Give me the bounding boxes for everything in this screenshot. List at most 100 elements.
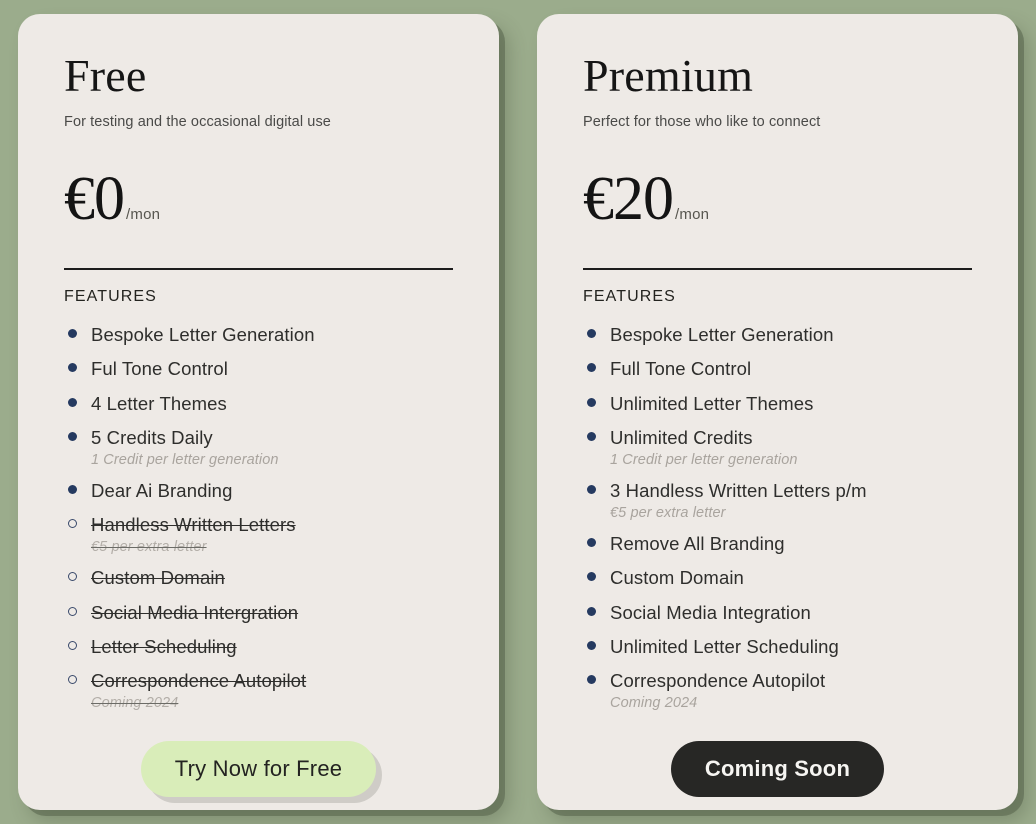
- feature-text-column: Social Media Integration: [610, 598, 972, 627]
- bullet-excluded-icon: [68, 640, 77, 650]
- feature-text-column: Unlimited Letter Scheduling: [610, 632, 972, 661]
- feature-title: Social Media Integration: [610, 601, 811, 623]
- feature-note: 1 Credit per letter generation: [610, 451, 798, 468]
- feature-item: Ful Tone Control: [64, 354, 453, 383]
- feature-item: Letter Scheduling: [64, 632, 453, 661]
- cta-area: Try Now for Free: [64, 719, 453, 805]
- feature-item: Unlimited Letter Scheduling: [583, 632, 972, 661]
- feature-title: Remove All Branding: [610, 533, 785, 555]
- bullet-included-icon: [587, 329, 596, 339]
- bullet-included-icon: [68, 431, 77, 441]
- feature-title: Full Tone Control: [610, 358, 752, 380]
- feature-text-column: Social Media Intergration: [91, 598, 453, 627]
- feature-text-column: Bespoke Letter Generation: [610, 320, 972, 349]
- features-heading: FEATURES: [583, 288, 676, 306]
- feature-list: Bespoke Letter Generation Ful Tone Contro…: [64, 320, 453, 719]
- feature-text-column: Custom Domain: [91, 563, 453, 592]
- bullet-included-icon: [587, 363, 596, 373]
- plan-card-premium: Premium Perfect for those who like to co…: [537, 14, 1018, 810]
- feature-item: Bespoke Letter Generation: [583, 320, 972, 349]
- feature-title: 4 Letter Themes: [91, 392, 227, 414]
- feature-text-column: Letter Scheduling: [91, 632, 453, 661]
- feature-text-column: Full Tone Control: [610, 354, 972, 383]
- feature-text-column: Remove All Branding: [610, 529, 972, 558]
- feature-text-column: 4 Letter Themes: [91, 389, 453, 418]
- plan-price: €20 /mon: [583, 165, 972, 234]
- price-amount: €0: [64, 165, 125, 234]
- feature-item: Unlimited Credits 1 Credit per letter gen…: [583, 423, 972, 471]
- feature-item: 4 Letter Themes: [64, 389, 453, 418]
- bullet-included-icon: [587, 538, 596, 548]
- bullet-included-icon: [587, 431, 596, 441]
- feature-text-column: Unlimited Letter Themes: [610, 389, 972, 418]
- feature-item: Custom Domain: [583, 563, 972, 592]
- feature-item: Correspondence Autopilot Coming 2024: [583, 666, 972, 714]
- feature-title: Correspondence Autopilot: [91, 670, 307, 692]
- feature-title: 5 Credits Daily: [91, 426, 213, 448]
- feature-title: Correspondence Autopilot: [610, 670, 826, 692]
- cta-area: Coming Soon: [583, 719, 972, 805]
- feature-title: Handless Written Letters: [91, 514, 296, 536]
- feature-text-column: Unlimited Credits 1 Credit per letter gen…: [610, 423, 972, 471]
- feature-note: Coming 2024: [91, 695, 179, 712]
- feature-text-column: Custom Domain: [610, 563, 972, 592]
- feature-text-column: Correspondence Autopilot Coming 2024: [91, 666, 453, 714]
- divider: [64, 268, 453, 271]
- feature-item: Custom Domain: [64, 563, 453, 592]
- bullet-included-icon: [587, 675, 596, 685]
- feature-list: Bespoke Letter Generation Full Tone Contr…: [583, 320, 972, 719]
- feature-title: 3 Handless Written Letters p/m: [610, 479, 867, 501]
- plan-price: €0 /mon: [64, 165, 453, 234]
- price-amount: €20: [583, 165, 674, 234]
- feature-item: Full Tone Control: [583, 354, 972, 383]
- plan-card-free: Free For testing and the occasional digi…: [18, 14, 499, 810]
- bullet-excluded-icon: [68, 675, 77, 685]
- pricing-plans-container: Free For testing and the occasional digi…: [0, 0, 1036, 824]
- bullet-included-icon: [587, 484, 596, 494]
- plan-tagline: Perfect for those who like to connect: [583, 114, 821, 131]
- feature-item: Handless Written Letters €5 per extra let…: [64, 510, 453, 558]
- feature-text-column: Handless Written Letters €5 per extra let…: [91, 510, 453, 558]
- feature-text-column: Ful Tone Control: [91, 354, 453, 383]
- bullet-included-icon: [68, 329, 77, 339]
- feature-title: Unlimited Letter Scheduling: [610, 635, 839, 657]
- feature-item: Dear Ai Branding: [64, 476, 453, 505]
- bullet-excluded-icon: [68, 606, 77, 616]
- price-period: /mon: [675, 206, 710, 224]
- feature-note: €5 per extra letter: [610, 505, 726, 522]
- feature-title: Dear Ai Branding: [91, 479, 233, 501]
- feature-item: Unlimited Letter Themes: [583, 389, 972, 418]
- feature-note: 1 Credit per letter generation: [91, 451, 279, 468]
- bullet-included-icon: [68, 397, 77, 407]
- plan-name: Premium: [583, 50, 754, 101]
- feature-title: Custom Domain: [610, 567, 744, 589]
- bullet-included-icon: [587, 572, 596, 582]
- divider: [583, 268, 972, 271]
- coming-soon-button[interactable]: Coming Soon: [670, 741, 885, 798]
- feature-item: Social Media Intergration: [64, 598, 453, 627]
- features-heading: FEATURES: [64, 288, 157, 306]
- feature-note: €5 per extra letter: [91, 539, 207, 556]
- feature-note: Coming 2024: [610, 695, 698, 712]
- feature-title: Bespoke Letter Generation: [610, 324, 834, 346]
- plan-name: Free: [64, 50, 147, 101]
- bullet-included-icon: [587, 606, 596, 616]
- feature-item: Correspondence Autopilot Coming 2024: [64, 666, 453, 714]
- feature-title: Custom Domain: [91, 567, 225, 589]
- bullet-included-icon: [68, 484, 77, 494]
- try-now-for-free-button[interactable]: Try Now for Free: [140, 741, 377, 798]
- bullet-included-icon: [587, 640, 596, 650]
- feature-item: Social Media Integration: [583, 598, 972, 627]
- bullet-excluded-icon: [68, 519, 77, 529]
- feature-item: Bespoke Letter Generation: [64, 320, 453, 349]
- feature-text-column: Bespoke Letter Generation: [91, 320, 453, 349]
- feature-title: Unlimited Letter Themes: [610, 392, 814, 414]
- feature-title: Bespoke Letter Generation: [91, 324, 315, 346]
- bullet-included-icon: [68, 363, 77, 373]
- plan-tagline: For testing and the occasional digital u…: [64, 114, 331, 131]
- feature-text-column: Dear Ai Branding: [91, 476, 453, 505]
- feature-title: Unlimited Credits: [610, 426, 753, 448]
- feature-item: 3 Handless Written Letters p/m €5 per ext…: [583, 476, 972, 524]
- feature-item: 5 Credits Daily 1 Credit per letter gener…: [64, 423, 453, 471]
- bullet-excluded-icon: [68, 572, 77, 582]
